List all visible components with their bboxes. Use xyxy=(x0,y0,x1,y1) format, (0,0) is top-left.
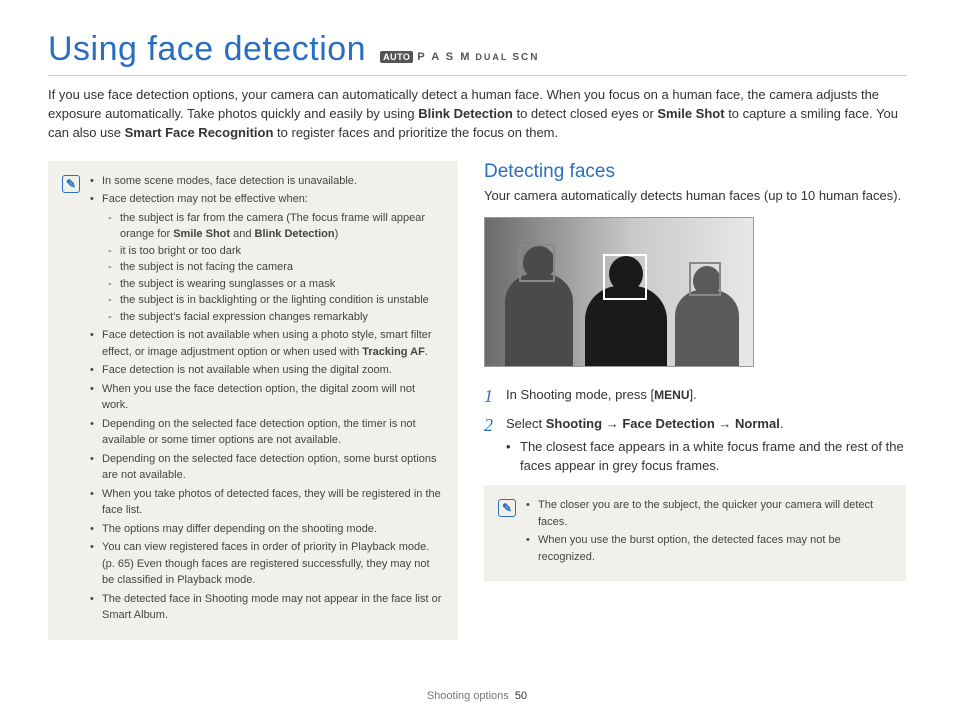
menu-button-label: MENU xyxy=(654,388,689,402)
note-item: When you take photos of detected faces, … xyxy=(90,486,444,519)
note-subitem: the subject is in backlighting or the li… xyxy=(108,292,444,309)
page-footer: Shooting options 50 xyxy=(0,690,954,702)
mode-auto-icon: AUTO xyxy=(380,51,413,63)
page-title: Using face detection xyxy=(48,30,366,69)
note-item: When you use the burst option, the detec… xyxy=(526,532,892,565)
note-item: The options may differ depending on the … xyxy=(90,521,444,538)
note-box-left: ✎ In some scene modes, face detection is… xyxy=(48,161,458,640)
note-subitem: the subject is wearing sunglasses or a m… xyxy=(108,276,444,293)
note-subitem: the subject's facial expression changes … xyxy=(108,309,444,326)
mode-icons: AUTO P A S M DUAL SCN xyxy=(380,51,539,63)
note-subitem: the subject is far from the camera (The … xyxy=(108,210,444,243)
note-item: The closer you are to the subject, the q… xyxy=(526,497,892,530)
note-item: The detected face in Shooting mode may n… xyxy=(90,591,444,624)
focus-frame-grey-icon xyxy=(519,244,555,282)
illustration-face-detection xyxy=(484,217,754,367)
step-detail: The closest face appears in a white focu… xyxy=(506,438,906,476)
note-icon: ✎ xyxy=(498,499,516,517)
mode-dual-icon: DUAL xyxy=(475,52,508,62)
title-divider xyxy=(48,75,906,76)
note-subitem: it is too bright or too dark xyxy=(108,243,444,260)
note-box-right: ✎ The closer you are to the subject, the… xyxy=(484,485,906,581)
section-title: Detecting faces xyxy=(484,161,906,183)
note-item: Face detection may not be effective when… xyxy=(90,191,444,325)
note-subitem: the subject is not facing the camera xyxy=(108,259,444,276)
mode-scn: SCN xyxy=(512,52,539,63)
note-item: Face detection is not available when usi… xyxy=(90,362,444,379)
note-item: In some scene modes, face detection is u… xyxy=(90,173,444,190)
note-item: Depending on the selected face detection… xyxy=(90,451,444,484)
footer-section: Shooting options xyxy=(427,690,509,702)
section-text: Your camera automatically detects human … xyxy=(484,187,906,205)
focus-frame-white-icon xyxy=(603,254,647,300)
mode-pasm: P A S M xyxy=(417,51,471,63)
step-2: Select Shooting → Face Detection → Norma… xyxy=(484,414,906,475)
focus-frame-grey-icon xyxy=(689,262,721,296)
step-1: In Shooting mode, press [MENU]. xyxy=(484,385,906,405)
intro-paragraph: If you use face detection options, your … xyxy=(48,86,906,143)
note-item: Depending on the selected face detection… xyxy=(90,416,444,449)
note-item: When you use the face detection option, … xyxy=(90,381,444,414)
note-item: Face detection is not available when usi… xyxy=(90,327,444,360)
note-item: You can view registered faces in order o… xyxy=(90,539,444,589)
page-number: 50 xyxy=(515,690,527,702)
note-icon: ✎ xyxy=(62,175,80,193)
